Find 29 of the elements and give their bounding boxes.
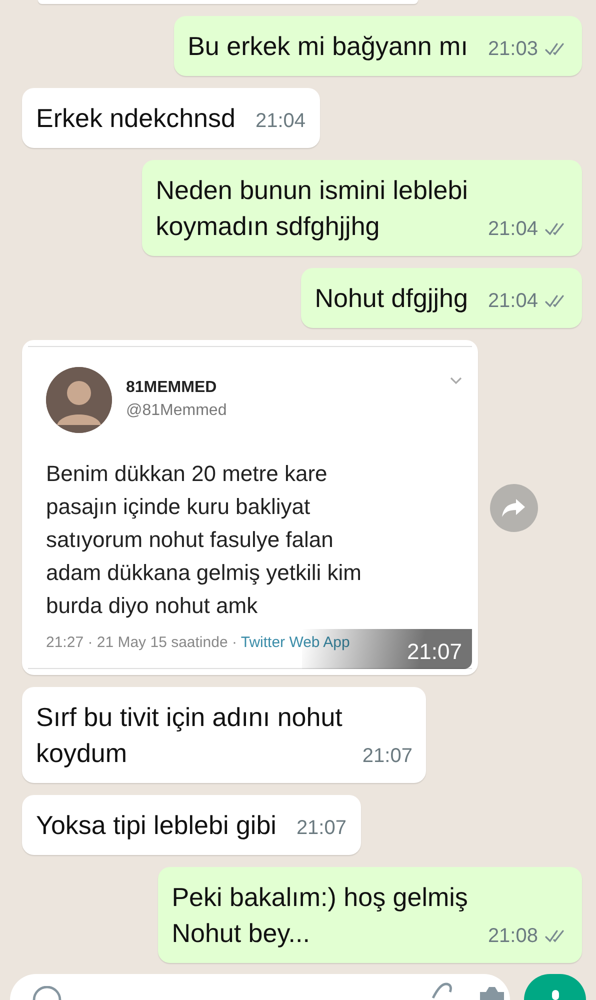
emoji-icon (32, 986, 62, 1000)
tweet-date: 21:27 · 21 May 15 saatinde · (46, 634, 237, 651)
microphone-icon (552, 990, 559, 1000)
tweet-source: Twitter Web App (240, 634, 350, 651)
message-text: Peki bakalım:) hoş gelmiş Nohut bey... (172, 881, 468, 950)
message-input-field[interactable] (10, 974, 510, 1000)
forward-arrow-icon (501, 496, 527, 518)
message-time: 21:07 (406, 639, 462, 665)
message-text: Bu erkek mi bağyann mı (188, 30, 468, 63)
tweet-author-handle: @81Memmed (126, 401, 227, 421)
message-time: 21:07 (362, 744, 412, 768)
microphone-button[interactable] (524, 974, 586, 1000)
message-text: Sırf bu tivit için adını nohut koydum (36, 701, 342, 770)
message-time: 21:04 (488, 217, 538, 241)
message-text: Neden bunun ismini leblebi koymadın sdfghjjhg (156, 174, 468, 243)
tweet-text: Benim dükkan 20 metre kare pasajın içinde kuru bakliyat satıyorum nohut fasulye falan adam dükkana gelmiş yetkili kim burda diyo nohut amk (46, 460, 362, 620)
forward-button[interactable] (490, 484, 538, 532)
chevron-down-icon (450, 377, 462, 385)
message-time: 21:04 (255, 109, 306, 133)
message-time: 21:03 (488, 37, 538, 61)
avatar-icon (46, 367, 112, 433)
message-time: 21:04 (488, 289, 538, 313)
tweet-author-name: 81MEMMED (126, 378, 218, 398)
camera-icon (478, 984, 506, 1000)
message-text: Nohut dfgjjhg (314, 282, 468, 315)
message-text: Erkek ndekchnsd (36, 102, 236, 135)
message-time: 21:07 (296, 816, 346, 840)
message-text: Yoksa tipi leblebi gibi (36, 809, 276, 842)
message-time: 21:08 (488, 924, 538, 948)
